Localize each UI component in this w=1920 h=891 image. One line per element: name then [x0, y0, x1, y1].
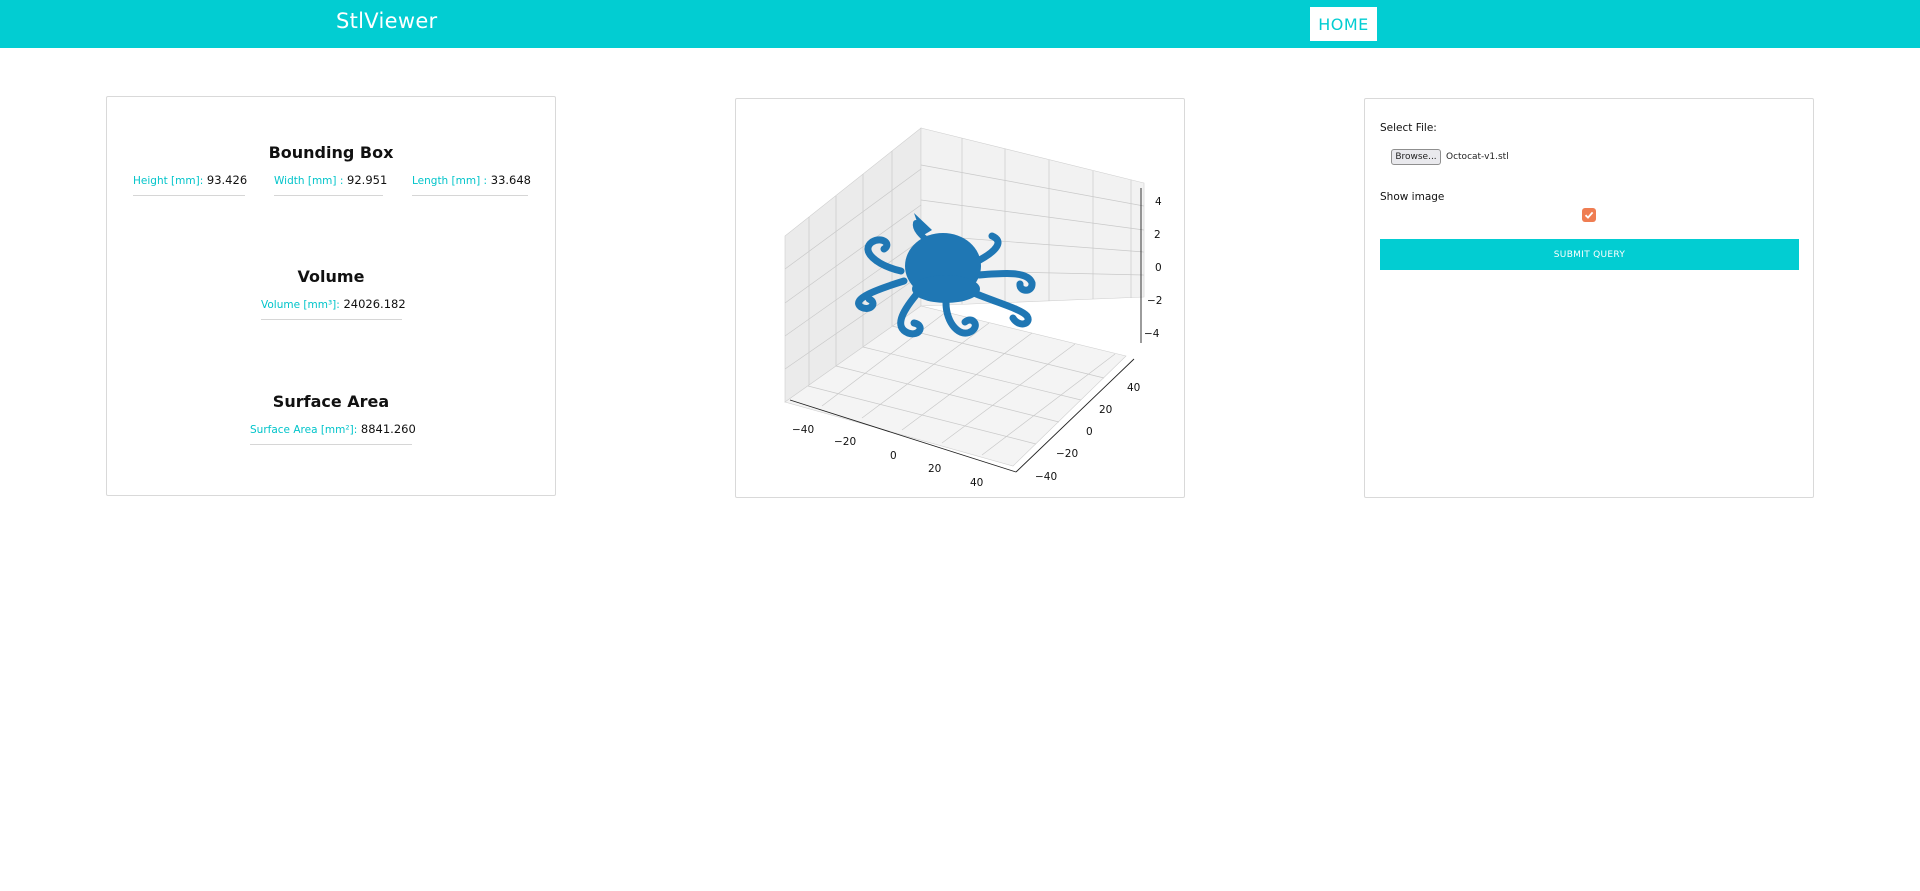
height-label: Height [mm]:	[133, 175, 204, 187]
z-tick: −2	[1147, 295, 1162, 307]
upload-form-card: Select File: Browse... Octocat-v1.stl Sh…	[1364, 98, 1814, 498]
width-label: Width [mm] :	[274, 175, 344, 187]
z-tick: −4	[1144, 328, 1160, 340]
stats-card: Bounding Box Height [mm]: 93.426 Width […	[106, 96, 556, 496]
show-image-label: Show image	[1380, 191, 1445, 203]
z-tick: 2	[1154, 229, 1161, 241]
width-value: 92.951	[347, 173, 388, 187]
y-tick: 0	[1086, 426, 1093, 438]
home-nav-button[interactable]: HOME	[1310, 7, 1377, 41]
stl-3d-plot: −40 −20 0 20 40 −40 −20 0 20 40 4 2 0 −2…	[784, 127, 1162, 489]
checkmark-icon	[1584, 211, 1594, 219]
length-value: 33.648	[490, 173, 531, 187]
volume-value: 24026.182	[343, 297, 406, 311]
x-tick: −20	[834, 436, 856, 448]
brand-title[interactable]: StlViewer	[336, 9, 438, 33]
volume-stat: Volume [mm³]: 24026.182	[261, 297, 406, 320]
z-tick: 0	[1155, 262, 1162, 274]
volume-title: Volume	[297, 267, 365, 286]
bounding-box-title: Bounding Box	[268, 143, 394, 162]
y-tick: 20	[1099, 404, 1112, 416]
width-stat: Width [mm] : 92.951	[274, 173, 387, 196]
x-tick: 0	[890, 450, 897, 462]
plot-card: −40 −20 0 20 40 −40 −20 0 20 40 4 2 0 −2…	[735, 98, 1185, 498]
submit-query-button[interactable]: SUBMIT QUERY	[1380, 239, 1799, 270]
x-tick: 40	[970, 477, 983, 489]
select-file-label: Select File:	[1380, 122, 1437, 134]
show-image-checkbox[interactable]	[1582, 208, 1596, 222]
browse-button[interactable]: Browse...	[1391, 149, 1441, 165]
length-label: Length [mm] :	[412, 175, 488, 187]
height-value: 93.426	[206, 173, 248, 187]
length-stat: Length [mm] : 33.648	[412, 173, 531, 196]
y-tick: −40	[1035, 471, 1057, 483]
x-tick: 20	[928, 463, 941, 475]
y-tick: −20	[1056, 448, 1078, 460]
height-stat: Height [mm]: 93.426	[133, 173, 248, 196]
surface-area-value: 8841.260	[360, 422, 416, 436]
volume-label: Volume [mm³]:	[261, 299, 340, 311]
z-axis-ticks: 4 2 0 −2 −4	[1144, 196, 1162, 340]
z-tick: 4	[1155, 196, 1162, 208]
selected-file-name: Octocat-v1.stl	[1446, 152, 1509, 162]
y-tick: 40	[1127, 382, 1140, 394]
surface-area-label: Surface Area [mm²]:	[250, 424, 358, 436]
surface-area-stat: Surface Area [mm²]: 8841.260	[250, 422, 416, 445]
surface-area-title: Surface Area	[272, 392, 390, 411]
navbar: StlViewer HOME	[0, 0, 1920, 48]
x-tick: −40	[792, 424, 814, 436]
